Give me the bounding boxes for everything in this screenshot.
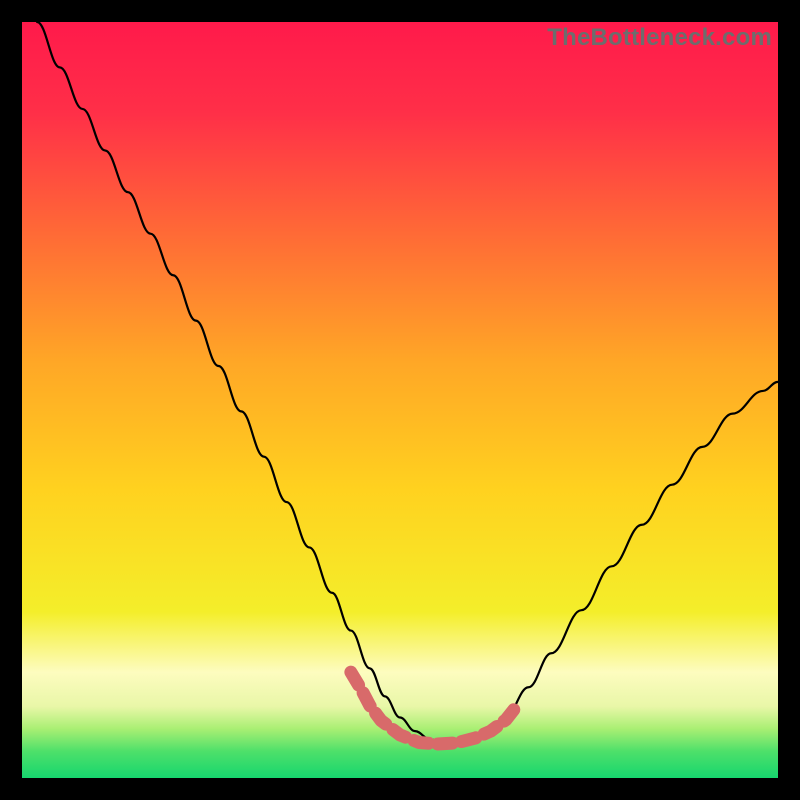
gradient-background [22,22,778,778]
watermark-text: TheBottleneck.com [547,24,772,52]
bottleneck-chart [22,22,778,778]
chart-frame: TheBottleneck.com [0,0,800,800]
plot-area: TheBottleneck.com [22,22,778,778]
